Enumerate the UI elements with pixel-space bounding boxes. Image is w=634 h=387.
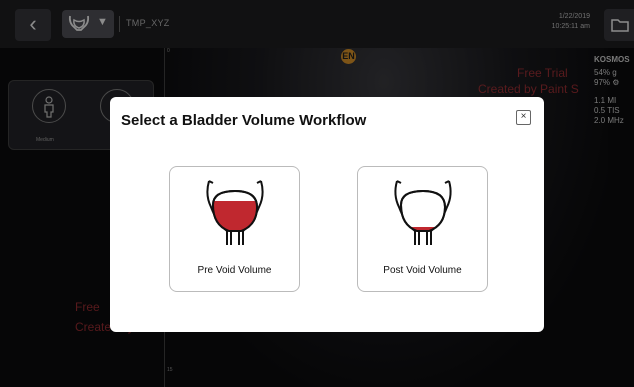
dialog-title: Select a Bladder Volume Workflow xyxy=(121,112,367,129)
workflow-dialog: Select a Bladder Volume Workflow × Pre V… xyxy=(110,97,544,332)
bladder-empty-icon xyxy=(394,180,452,245)
option-label: Post Void Volume xyxy=(383,265,462,276)
option-label: Pre Void Volume xyxy=(197,265,272,276)
close-button[interactable]: × xyxy=(516,110,531,125)
pre-void-volume-option[interactable]: Pre Void Volume xyxy=(169,166,300,292)
post-void-volume-option[interactable]: Post Void Volume xyxy=(357,166,488,292)
bladder-full-icon xyxy=(206,180,264,245)
close-icon: × xyxy=(520,111,527,122)
